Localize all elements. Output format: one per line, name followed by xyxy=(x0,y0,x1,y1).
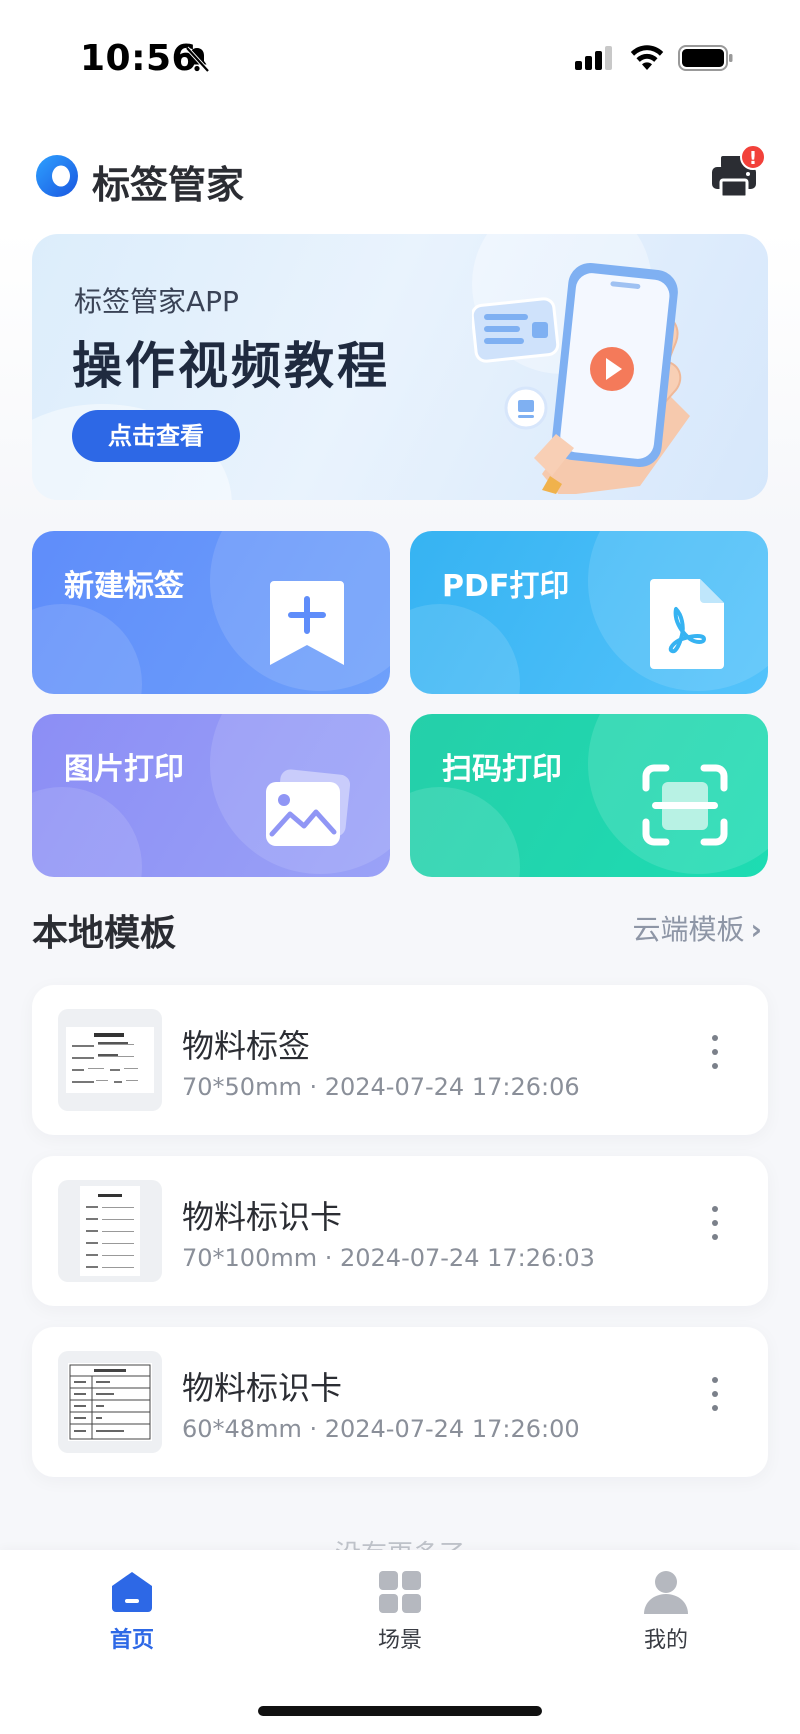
cloud-templates-label: 云端模板 xyxy=(632,913,745,946)
bookmark-plus-icon xyxy=(270,581,344,665)
card-decoration xyxy=(410,787,520,877)
more-options-icon[interactable] xyxy=(710,1035,720,1085)
home-indicator xyxy=(258,1706,542,1716)
tutorial-banner[interactable]: 标签管家APP 操作视频教程 点击查看 xyxy=(32,234,768,500)
template-item[interactable]: 物料标识卡 60*48mm · 2024-07-24 17:26:00 xyxy=(32,1327,768,1477)
cellular-signal-icon xyxy=(575,46,612,70)
tab-scene-label: 场景 xyxy=(377,1628,422,1653)
tab-mine-label: 我的 xyxy=(643,1628,688,1653)
template-item[interactable]: 物料标签 70*50mm · 2024-07-24 17:26:06 xyxy=(32,985,768,1135)
template-meta: 70*50mm · 2024-07-24 17:26:06 xyxy=(182,1073,580,1101)
card-decoration xyxy=(410,604,520,694)
scan-print-card[interactable]: 扫码打印 xyxy=(410,714,768,877)
phone-in-hand-illustration xyxy=(472,262,690,494)
pdf-file-icon xyxy=(650,579,724,669)
template-meta: 60*48mm · 2024-07-24 17:26:00 xyxy=(182,1415,580,1443)
banner-title: 操作视频教程 xyxy=(72,337,390,395)
user-icon xyxy=(644,1571,688,1614)
template-meta: 70*100mm · 2024-07-24 17:26:03 xyxy=(182,1244,595,1272)
bell-muted-icon xyxy=(185,46,210,73)
banner-subtitle: 标签管家APP xyxy=(74,285,239,318)
template-thumbnail xyxy=(58,1351,162,1453)
tab-home-label: 首页 xyxy=(109,1628,154,1653)
template-thumbnail xyxy=(58,1009,162,1111)
app-title: 标签管家 xyxy=(92,163,245,207)
label-preview-image xyxy=(68,1363,152,1441)
label-preview-image xyxy=(80,1186,140,1276)
pdf-print-card[interactable]: PDF打印 xyxy=(410,531,768,694)
status-bar: 10:56 xyxy=(0,0,800,110)
printer-button[interactable]: ! xyxy=(708,144,766,202)
home-icon xyxy=(112,1572,152,1612)
local-templates-title: 本地模板 xyxy=(32,913,177,954)
status-time: 10:56 xyxy=(80,38,198,79)
image-print-title: 图片打印 xyxy=(64,752,184,787)
app-logo-icon xyxy=(36,155,78,197)
card-decoration xyxy=(32,604,142,694)
template-item[interactable]: 物料标识卡 70*100mm · 2024-07-24 17:26:03 xyxy=(32,1156,768,1306)
grid-icon xyxy=(379,1571,421,1613)
cloud-templates-link[interactable]: 云端模板 › xyxy=(632,908,762,948)
more-options-icon[interactable] xyxy=(710,1377,720,1427)
tab-mine[interactable]: 我的 xyxy=(606,1568,726,1654)
tab-scene[interactable]: 场景 xyxy=(340,1568,460,1654)
battery-icon xyxy=(678,45,733,71)
chevron-right-icon: › xyxy=(750,913,762,946)
view-tutorial-button[interactable]: 点击查看 xyxy=(72,410,240,462)
scan-print-title: 扫码打印 xyxy=(442,752,562,787)
template-name: 物料标签 xyxy=(182,1027,311,1065)
image-print-card[interactable]: 图片打印 xyxy=(32,714,390,877)
card-decoration xyxy=(32,787,142,877)
image-icon xyxy=(266,769,350,846)
new-label-title: 新建标签 xyxy=(64,569,184,604)
new-label-card[interactable]: 新建标签 xyxy=(32,531,390,694)
label-preview-image xyxy=(66,1027,154,1093)
pdf-print-title: PDF打印 xyxy=(442,569,570,604)
wifi-icon xyxy=(630,45,664,70)
template-name: 物料标识卡 xyxy=(182,1198,343,1236)
more-options-icon[interactable] xyxy=(710,1206,720,1256)
template-name: 物料标识卡 xyxy=(182,1369,343,1407)
template-thumbnail xyxy=(58,1180,162,1282)
app-header: 标签管家 ! xyxy=(0,110,800,230)
scan-icon xyxy=(642,764,728,846)
printer-alert-badge: ! xyxy=(740,144,766,170)
tab-home[interactable]: 首页 xyxy=(72,1568,192,1654)
